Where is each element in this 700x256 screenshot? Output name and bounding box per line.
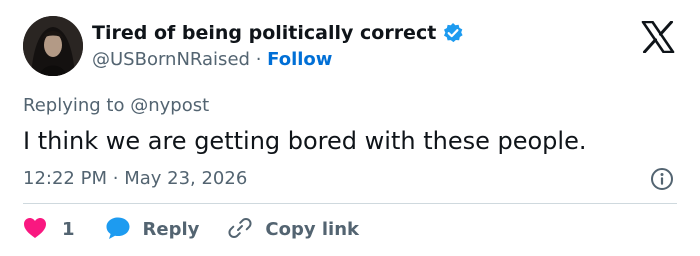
follow-button[interactable]: Follow (267, 49, 332, 70)
reply-button[interactable]: Reply (105, 216, 200, 244)
tweet-text: I think we are getting bored with these … (23, 127, 587, 155)
timestamp-separator: · (112, 168, 119, 189)
tweet-time: 12:22 PM (23, 168, 107, 189)
copy-link-label: Copy link (265, 219, 359, 240)
author-handle-row: @USBornNRaised · Follow (92, 48, 332, 72)
tweet-date: May 23, 2026 (124, 168, 248, 189)
reply-context-prefix: Replying to (23, 95, 125, 116)
handle-separator: · (255, 49, 262, 70)
heart-icon (23, 217, 47, 243)
x-logo-icon[interactable] (641, 20, 675, 54)
action-bar: 1 Reply Copy link (23, 216, 359, 244)
copy-link-button[interactable]: Copy link (227, 215, 359, 245)
verified-badge-icon (442, 22, 464, 44)
tweet-card: Tired of being politically correct @USBo… (0, 0, 700, 256)
like-button[interactable]: 1 (23, 217, 75, 243)
reply-context: Replying to @nypost (23, 94, 209, 118)
author-display-name[interactable]: Tired of being politically correct (92, 21, 436, 45)
reply-context-mention[interactable]: @nypost (130, 95, 209, 116)
speech-bubble-icon (105, 216, 131, 244)
tweet-timestamp[interactable]: 12:22 PM · May 23, 2026 (23, 167, 247, 191)
like-count: 1 (62, 219, 75, 240)
author-handle[interactable]: @USBornNRaised (92, 49, 250, 70)
info-icon[interactable] (650, 167, 674, 191)
reply-label: Reply (142, 219, 200, 240)
divider (23, 203, 677, 204)
avatar[interactable] (23, 16, 83, 76)
link-icon (227, 215, 253, 245)
